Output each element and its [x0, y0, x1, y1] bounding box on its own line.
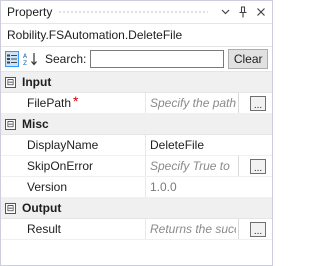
close-icon[interactable] — [254, 5, 268, 19]
search-input[interactable] — [90, 50, 225, 68]
filepath-label: FilePath — [27, 96, 72, 110]
alphabetical-sort-icon[interactable]: A Z — [23, 51, 39, 67]
property-panel: Property Robility.FSAutomation.DeleteFil… — [0, 0, 273, 266]
collapse-output-icon[interactable]: ⊟ — [5, 202, 16, 214]
section-output-label: Output — [22, 201, 62, 215]
displayname-value-cell[interactable]: DeleteFile — [145, 135, 272, 155]
property-row-displayname: DisplayName DeleteFile — [1, 135, 272, 156]
version-value-cell: 1.0.0 — [145, 177, 272, 197]
pin-icon[interactable] — [236, 5, 250, 19]
section-misc-label: Misc — [22, 117, 49, 131]
categorized-view-icon[interactable] — [5, 51, 19, 67]
result-label: Result — [27, 222, 62, 236]
svg-text:A: A — [23, 53, 28, 60]
displayname-label: DisplayName — [27, 138, 99, 152]
activity-name: Robility.FSAutomation.DeleteFile — [1, 24, 272, 47]
version-value: 1.0.0 — [150, 180, 177, 194]
filepath-input[interactable]: Specify the path — [150, 96, 236, 110]
property-row-result: Result Returns the succ ... — [1, 219, 272, 240]
filepath-value-cell[interactable]: Specify the path ... — [145, 93, 272, 113]
section-input: ⊟ Input — [1, 72, 272, 93]
property-row-skiponerror: SkipOnError Specify True to ... — [1, 156, 272, 177]
panel-title: Property — [7, 5, 53, 19]
search-label: Search: — [45, 52, 87, 66]
version-label: Version — [27, 180, 68, 194]
section-output: ⊟ Output — [1, 198, 272, 219]
section-misc: ⊟ Misc — [1, 114, 272, 135]
displayname-input[interactable]: DeleteFile — [150, 138, 204, 152]
clear-button[interactable]: Clear — [228, 49, 268, 69]
skiponerror-value-cell[interactable]: Specify True to ... — [145, 156, 272, 176]
required-marker: * — [73, 93, 79, 109]
collapse-misc-icon[interactable]: ⊟ — [5, 118, 16, 130]
result-value-cell[interactable]: Returns the succ ... — [145, 219, 272, 239]
property-toolbar: A Z Search: Clear — [1, 47, 272, 72]
skiponerror-ellipsis-button[interactable]: ... — [250, 159, 266, 174]
filepath-ellipsis-button[interactable]: ... — [250, 96, 266, 111]
result-input[interactable]: Returns the succ — [150, 222, 236, 236]
skiponerror-label: SkipOnError — [27, 159, 94, 173]
result-ellipsis-button[interactable]: ... — [250, 222, 266, 237]
svg-text:Z: Z — [23, 60, 27, 66]
collapse-input-icon[interactable]: ⊟ — [5, 76, 16, 88]
property-row-version: Version 1.0.0 — [1, 177, 272, 198]
skiponerror-input[interactable]: Specify True to — [150, 159, 236, 173]
chevron-down-icon[interactable] — [218, 5, 232, 19]
property-name: FilePath * — [1, 93, 145, 110]
property-row-filepath: FilePath * Specify the path ... — [1, 93, 272, 114]
drag-grip[interactable] — [58, 9, 208, 15]
panel-titlebar: Property — [1, 1, 272, 24]
section-input-label: Input — [22, 75, 52, 89]
